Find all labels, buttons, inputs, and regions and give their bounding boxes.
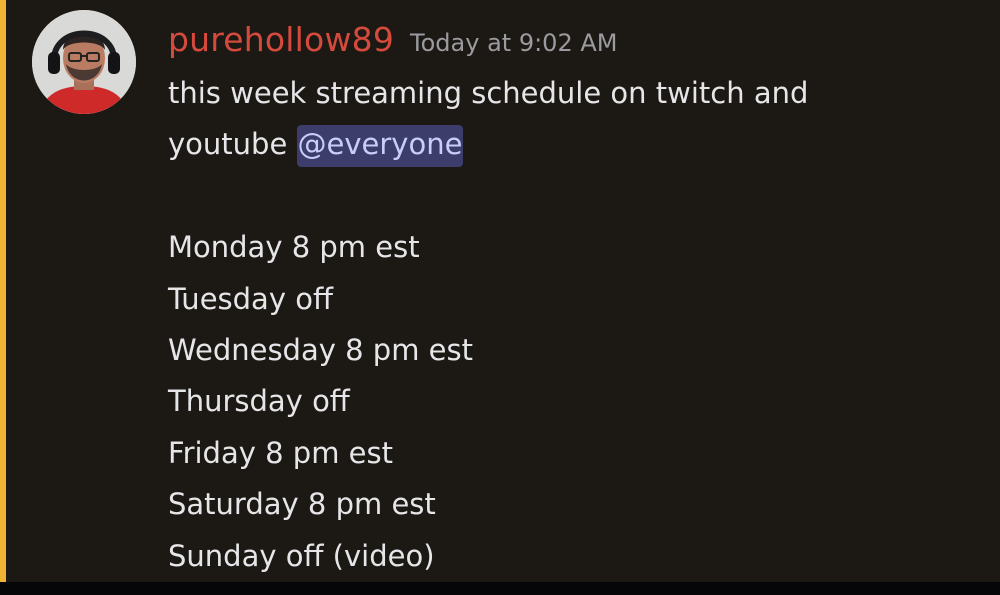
message-line: this week streaming schedule on twitch a… xyxy=(168,76,809,110)
schedule-friday: Friday 8 pm est xyxy=(168,435,393,470)
user-avatar[interactable] xyxy=(32,10,136,114)
bottom-bar xyxy=(0,582,1000,595)
schedule-tuesday: Tuesday off xyxy=(168,281,333,316)
schedule-wednesday: Wednesday 8 pm est xyxy=(168,333,473,368)
message-content: this week streaming schedule on twitch a… xyxy=(168,68,968,582)
message-line: youtube @everyone xyxy=(168,119,968,170)
schedule-monday: Monday 8 pm est xyxy=(168,230,420,265)
schedule-thursday: Thursday off xyxy=(168,384,350,419)
timestamp[interactable]: Today at 9:02 AM xyxy=(410,29,617,57)
message-text: youtube xyxy=(168,127,297,162)
everyone-mention[interactable]: @everyone xyxy=(296,125,464,168)
message-header: purehollow89 Today at 9:02 AM xyxy=(168,20,617,59)
message-screen: purehollow89 Today at 9:02 AM this week s… xyxy=(0,0,1000,595)
avatar-headphones-icon xyxy=(32,10,136,114)
username[interactable]: purehollow89 xyxy=(168,20,394,59)
mention-highlight-stripe xyxy=(0,0,6,582)
schedule-saturday: Saturday 8 pm est xyxy=(168,487,436,522)
schedule-sunday: Sunday off (video) xyxy=(168,538,435,573)
